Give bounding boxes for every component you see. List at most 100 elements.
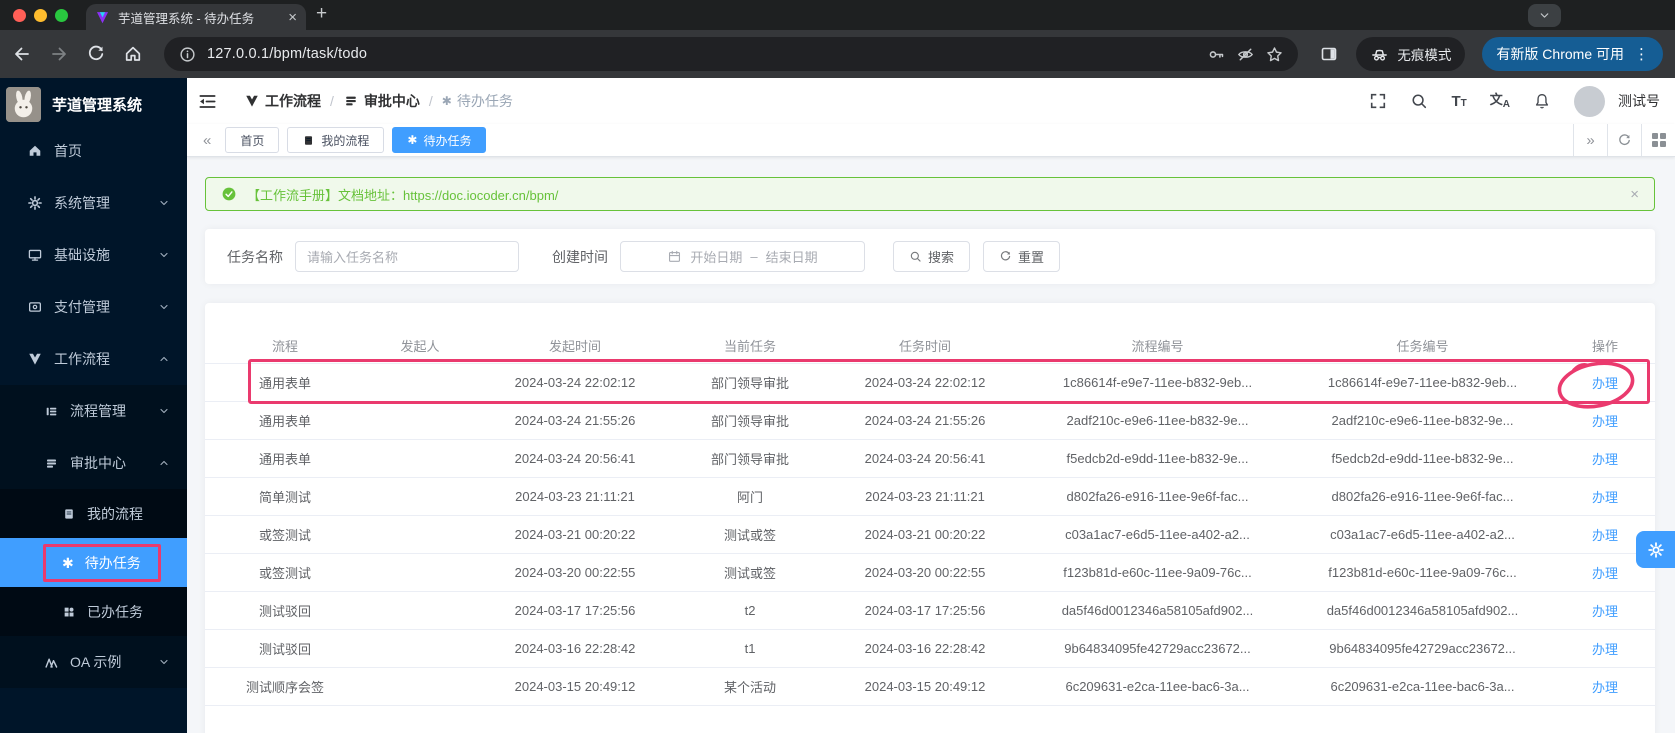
sidebar-item-label: 工作流程: [54, 351, 110, 367]
bookmark-star-icon[interactable]: [1265, 45, 1284, 64]
end-date-placeholder: 结束日期: [765, 250, 818, 265]
handle-task-link[interactable]: 办理: [1555, 373, 1655, 392]
asterisk-icon: ✱: [441, 94, 452, 108]
tag-my-process[interactable]: 我的流程: [287, 127, 385, 153]
date-range-input[interactable]: 开始日期 – 结束日期: [620, 241, 865, 272]
search-button[interactable]: 搜索: [893, 241, 971, 272]
cell-start-time: 2024-03-23 21:11:21: [515, 489, 635, 504]
site-info-icon[interactable]: [178, 45, 197, 64]
create-time-label: 创建时间: [552, 248, 608, 265]
home-icon: [27, 143, 43, 159]
address-bar[interactable]: 127.0.0.1/bpm/task/todo: [164, 37, 1299, 71]
breadcrumb-item-approval-center[interactable]: 审批中心: [343, 91, 420, 111]
cell-process: 测试驳回: [258, 642, 311, 657]
cell-task-id: 2adf210c-e9e6-11ee-b832-9e...: [1331, 413, 1514, 428]
browser-tab[interactable]: 芋道管理系统 - 待办任务 ×: [86, 4, 306, 30]
handle-task-link[interactable]: 办理: [1555, 639, 1655, 658]
home-button[interactable]: [123, 44, 143, 64]
col-task-time: 任务时间: [898, 339, 951, 354]
tag-todo-tasks[interactable]: ✱ 待办任务: [392, 127, 487, 153]
password-key-icon[interactable]: [1207, 45, 1226, 64]
close-window-button[interactable]: [13, 8, 26, 22]
cell-task-id: da5f46d0012346a58105afd902...: [1326, 603, 1519, 618]
handle-task-link[interactable]: 办理: [1555, 449, 1655, 468]
side-panel-icon[interactable]: [1319, 44, 1339, 64]
tab-search-button[interactable]: [1528, 4, 1561, 27]
cell-process-id: c03a1ac7-e6d5-11ee-a402-a2...: [1065, 527, 1250, 542]
user-avatar[interactable]: [1574, 85, 1605, 117]
cell-process: 通用表单: [258, 414, 311, 429]
start-date-placeholder: 开始日期: [690, 250, 743, 265]
reload-button[interactable]: [86, 44, 106, 64]
back-button[interactable]: [12, 44, 32, 64]
new-tab-button[interactable]: +: [316, 3, 327, 25]
fullscreen-icon[interactable]: [1369, 92, 1387, 110]
handle-task-link[interactable]: 办理: [1555, 601, 1655, 620]
sidebar-collapse-icon[interactable]: [197, 91, 218, 112]
handle-task-link[interactable]: 办理: [1555, 487, 1655, 506]
forward-button[interactable]: [49, 44, 69, 64]
cell-task-time: 2024-03-24 21:55:26: [864, 413, 986, 428]
sidebar-item-approval-center[interactable]: 审批中心: [0, 437, 187, 489]
scroll-right-icon[interactable]: »: [1573, 124, 1607, 156]
alert-close-icon[interactable]: ×: [1630, 186, 1639, 203]
chrome-update-button[interactable]: 有新版 Chrome 可用 ⋮: [1482, 37, 1663, 71]
theme-settings-button[interactable]: [1636, 531, 1675, 568]
translate-icon[interactable]: 文A: [1490, 93, 1510, 110]
sidebar-item-todo-tasks[interactable]: ✱ 待办任务: [0, 538, 187, 587]
cell-start-time: 2024-03-24 22:02:12: [514, 375, 636, 390]
scroll-left-icon[interactable]: «: [197, 132, 217, 149]
chevron-down-icon: [158, 405, 170, 417]
tag-home[interactable]: 首页: [225, 127, 280, 153]
col-process: 流程: [271, 339, 298, 354]
minimize-window-button[interactable]: [34, 8, 47, 22]
handle-task-link[interactable]: 办理: [1555, 677, 1655, 696]
eye-off-icon[interactable]: [1236, 45, 1255, 64]
sidebar-item-home[interactable]: 首页: [0, 125, 187, 177]
cell-process: 简单测试: [258, 490, 311, 505]
app-logo[interactable]: 芋道管理系统: [0, 78, 187, 125]
approval-bars-icon: [44, 456, 59, 471]
tag-label: 待办任务: [423, 133, 472, 148]
sidebar-item-process-mgmt[interactable]: 流程管理: [0, 385, 187, 437]
col-start-time: 发起时间: [548, 339, 601, 354]
layout-grid-icon[interactable]: [1641, 124, 1675, 156]
sidebar-item-oa-example[interactable]: OA 示例: [0, 636, 187, 688]
table-row: 通用表单 2024-03-24 22:02:12 部门领导审批 2024-03-…: [205, 364, 1655, 402]
search-icon[interactable]: [1410, 92, 1428, 110]
cell-task-time: 2024-03-24 20:56:41: [864, 451, 986, 466]
sidebar: 芋道管理系统 首页 系统管理 基础设施 支付管理 工作流程 流程管理 审批中心 …: [0, 78, 187, 733]
cell-start-time: 2024-03-17 17:25:56: [514, 603, 636, 618]
tab-close-icon[interactable]: ×: [288, 10, 297, 25]
sidebar-item-payment[interactable]: 支付管理: [0, 281, 187, 333]
maximize-window-button[interactable]: [55, 8, 68, 22]
cell-task-id: 9b64834095fe42729acc23672...: [1329, 641, 1516, 656]
sidebar-item-infra[interactable]: 基础设施: [0, 229, 187, 281]
url-text[interactable]: 127.0.0.1/bpm/task/todo: [207, 46, 1197, 62]
task-name-input[interactable]: 请输入任务名称: [295, 241, 519, 272]
task-name-placeholder: 请输入任务名称: [307, 250, 399, 265]
breadcrumb-item-workflow[interactable]: 工作流程: [244, 91, 321, 111]
browser-menu-icon[interactable]: ⋮: [1634, 47, 1649, 62]
user-name[interactable]: 测试号: [1618, 91, 1660, 111]
refresh-page-icon[interactable]: [1607, 124, 1641, 156]
sidebar-item-system[interactable]: 系统管理: [0, 177, 187, 229]
breadcrumb-label: 工作流程: [265, 93, 321, 109]
sidebar-item-workflow[interactable]: 工作流程: [0, 333, 187, 385]
chevron-up-icon: [158, 457, 170, 469]
col-process-id: 流程编号: [1131, 339, 1184, 354]
breadcrumb-separator: /: [330, 93, 334, 109]
task-table-card: 流程 发起人 发起时间 当前任务 任务时间 流程编号 任务编号 操作 通用表单: [205, 303, 1655, 733]
alert-link[interactable]: https://doc.iocoder.cn/bpm/: [403, 188, 558, 203]
wallet-icon: [27, 299, 43, 315]
font-size-icon[interactable]: TT: [1451, 94, 1466, 109]
reset-button[interactable]: 重置: [983, 241, 1061, 272]
task-name-label: 任务名称: [227, 248, 283, 265]
sidebar-item-my-process[interactable]: 我的流程: [0, 489, 187, 538]
handle-task-link[interactable]: 办理: [1555, 411, 1655, 430]
cell-task-id: f5edcb2d-e9dd-11ee-b832-9e...: [1331, 451, 1514, 466]
cell-current-task: t2: [744, 603, 756, 618]
bell-icon[interactable]: [1533, 92, 1551, 110]
table-row: 通用表单 2024-03-24 20:56:41 部门领导审批 2024-03-…: [205, 440, 1655, 478]
sidebar-item-done-tasks[interactable]: 已办任务: [0, 587, 187, 636]
